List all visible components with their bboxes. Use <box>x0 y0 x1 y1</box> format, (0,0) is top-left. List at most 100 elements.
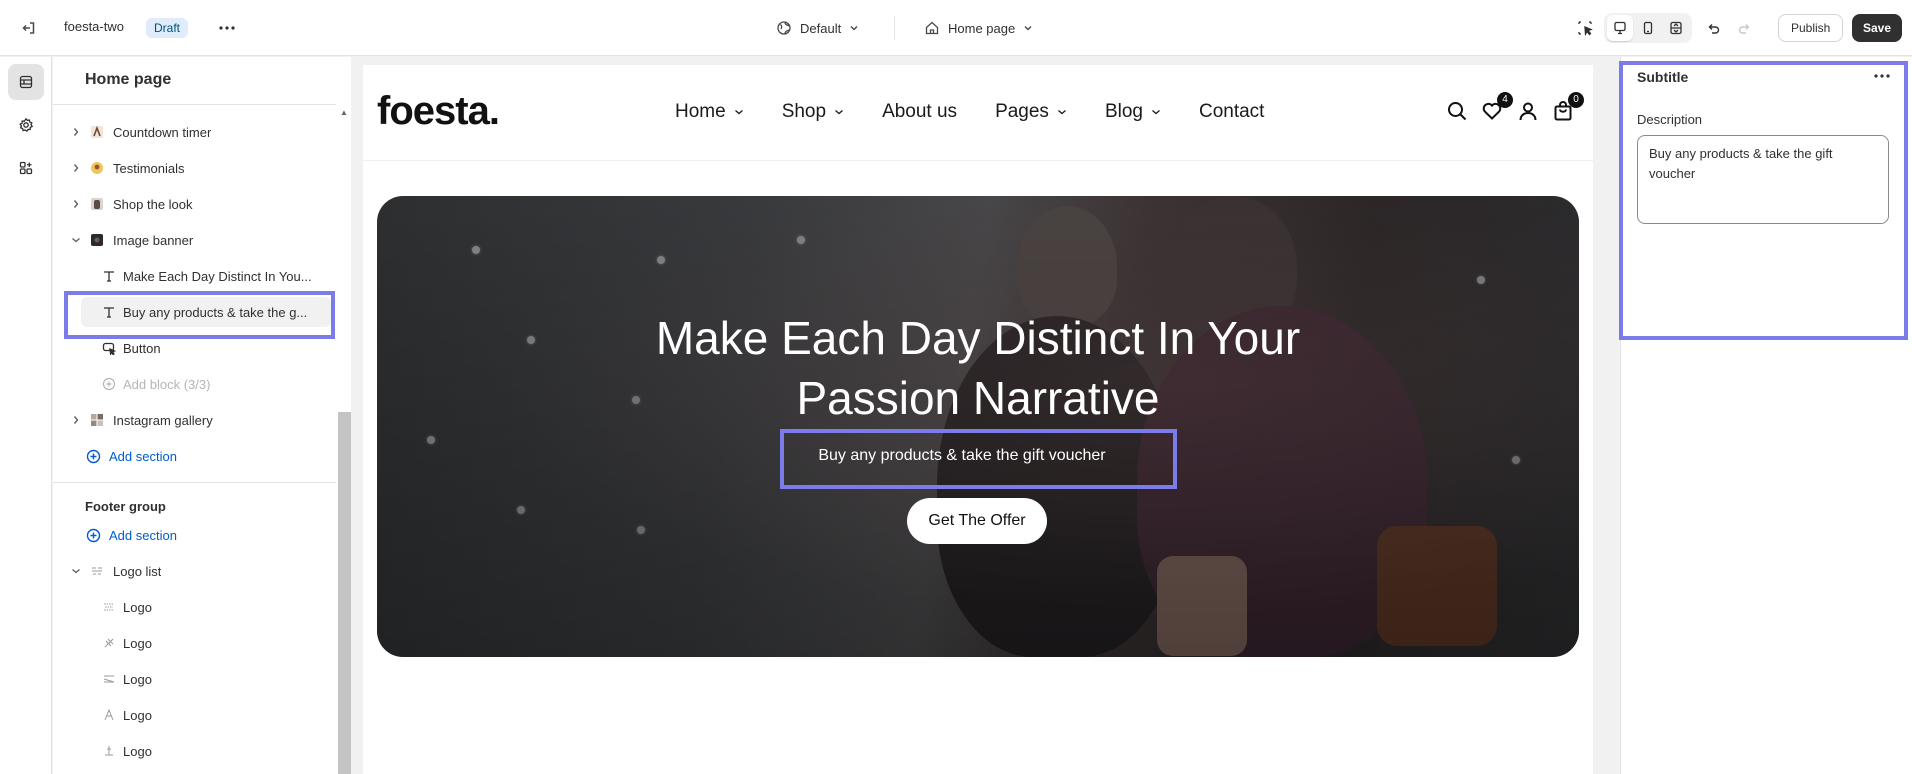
banner-subtitle[interactable]: Buy any products & take the gift voucher <box>767 434 1157 478</box>
nav-item-home[interactable]: Home <box>675 101 744 123</box>
chevron-right-icon[interactable] <box>69 415 83 425</box>
section-label: Testimonials <box>113 160 185 176</box>
text-icon <box>101 268 117 284</box>
countdown-thumbnail-icon <box>89 124 105 140</box>
testimonials-thumbnail-icon <box>89 160 105 176</box>
description-label: Description <box>1637 112 1703 127</box>
block-subtitle[interactable]: Buy any products & take the g... <box>67 297 335 327</box>
block-button[interactable]: Button <box>67 333 335 363</box>
add-block-button[interactable]: Add block (3/3) <box>67 369 335 399</box>
context-selector[interactable]: Default <box>776 15 859 41</box>
nav-label: Contact <box>1198 101 1265 122</box>
left-rail <box>0 57 52 774</box>
chevron-down-icon[interactable] <box>69 236 83 244</box>
mobile-icon[interactable] <box>1635 15 1661 41</box>
image-banner-thumbnail-icon <box>89 232 105 248</box>
scroll-up-arrow-icon[interactable]: ▲ <box>340 108 348 117</box>
store-logo[interactable]: foesta. <box>377 89 500 134</box>
page-selector-label: Home page <box>948 20 1016 36</box>
block-logo[interactable]: Logo <box>67 700 335 730</box>
add-circle-icon <box>101 376 117 392</box>
block-label: Logo <box>123 635 152 651</box>
nav-label: Shop <box>781 101 827 122</box>
get-offer-button[interactable]: Get The Offer <box>907 498 1047 544</box>
nav-item-blog[interactable]: Blog <box>1105 101 1161 123</box>
page-selector[interactable]: Home page <box>924 15 1033 41</box>
block-label: Logo <box>123 743 152 759</box>
section-label: Countdown timer <box>113 124 212 140</box>
nav-item-shop[interactable]: Shop <box>782 101 844 123</box>
block-heading[interactable]: Make Each Day Distinct In You... <box>67 261 335 291</box>
chevron-right-icon[interactable] <box>69 127 83 137</box>
apps-icon[interactable] <box>8 150 44 186</box>
nav-item-pages[interactable]: Pages <box>995 101 1067 123</box>
block-label: Buy any products & take the g... <box>123 304 308 320</box>
shop-the-look-thumbnail-icon <box>89 196 105 212</box>
chevron-down-icon <box>1024 26 1032 31</box>
home-icon <box>925 21 939 35</box>
section-countdown-timer[interactable]: Countdown timer <box>67 117 335 147</box>
logo-thumbnail-icon <box>101 743 117 759</box>
exit-icon[interactable] <box>16 15 42 41</box>
nav-label: Home <box>675 101 726 122</box>
section-shop-the-look[interactable]: Shop the look <box>67 189 335 219</box>
block-label: Logo <box>123 599 152 615</box>
inspector-icon[interactable] <box>1572 15 1598 41</box>
block-label: Button <box>123 340 161 356</box>
redo-icon[interactable] <box>1732 15 1758 41</box>
text-icon <box>101 304 117 320</box>
block-logo[interactable]: Logo <box>67 628 335 658</box>
block-logo[interactable]: Logo <box>67 664 335 694</box>
section-image-banner[interactable]: Image banner <box>67 225 335 255</box>
section-testimonials[interactable]: Testimonials <box>67 153 335 183</box>
settings-title: Subtitle <box>1637 69 1689 85</box>
publish-button[interactable]: Publish <box>1778 14 1844 42</box>
sections-icon[interactable] <box>8 64 44 100</box>
button-icon <box>101 340 117 356</box>
more-actions-icon[interactable] <box>214 15 240 41</box>
nav-label: Pages <box>995 101 1049 122</box>
add-section-label: Add section <box>109 527 177 543</box>
block-logo[interactable]: Logo <box>67 736 335 766</box>
description-textarea[interactable]: Buy any products & take the gift voucher <box>1637 135 1889 224</box>
account-user-icon[interactable] <box>1515 98 1541 124</box>
wishlist-heart-icon[interactable]: 4 <box>1479 92 1513 124</box>
more-options-icon[interactable] <box>1869 63 1895 89</box>
search-icon[interactable] <box>1444 98 1470 124</box>
desktop-icon[interactable] <box>1607 15 1633 41</box>
chevron-down-icon <box>1152 110 1160 115</box>
block-label: Make Each Day Distinct In You... <box>123 268 312 284</box>
save-button[interactable]: Save <box>1852 14 1903 42</box>
block-logo[interactable]: Logo <box>67 592 335 622</box>
full-width-icon[interactable] <box>1663 15 1689 41</box>
chevron-right-icon[interactable] <box>69 199 83 209</box>
chevron-down-icon[interactable] <box>69 567 83 575</box>
nav-label: Blog <box>1104 101 1143 122</box>
status-badge: Draft <box>146 18 189 38</box>
section-instagram-gallery[interactable]: Instagram gallery <box>67 405 335 435</box>
add-section-button[interactable]: Add section <box>67 441 335 471</box>
nav-label: About us <box>882 101 958 122</box>
nav-item-contact[interactable]: Contact <box>1199 101 1264 123</box>
section-logo-list[interactable]: Logo list <box>67 556 335 586</box>
cart-bag-icon[interactable]: 0 <box>1550 92 1584 124</box>
nav-item-about-us[interactable]: About us <box>882 101 957 123</box>
chevron-down-icon <box>1058 110 1066 115</box>
footer-add-section-button[interactable]: Add section <box>67 520 335 550</box>
device-toggle <box>1604 13 1692 43</box>
banner-heading[interactable]: Make Each Day Distinct In Your Passion N… <box>377 308 1579 428</box>
banner-heading-line: Make Each Day Distinct In Your <box>655 312 1301 364</box>
canvas-scrollbar[interactable] <box>1597 57 1607 774</box>
cart-count-badge: 0 <box>1568 92 1584 108</box>
block-label: Add block (3/3) <box>123 376 211 392</box>
sidebar-scrollbar[interactable] <box>338 412 351 774</box>
storefront-preview: foesta. Home Shop About us Pages Blog Co… <box>363 65 1593 774</box>
settings-gear-icon[interactable] <box>8 107 44 143</box>
chevron-right-icon[interactable] <box>69 163 83 173</box>
logo-thumbnail-icon <box>101 599 117 615</box>
section-label: Logo list <box>113 563 162 579</box>
theme-name: foesta-two <box>64 19 124 34</box>
undo-icon[interactable] <box>1700 15 1726 41</box>
footer-group-title: Footer group <box>85 499 166 514</box>
sidebar-title: Home page <box>85 71 172 88</box>
